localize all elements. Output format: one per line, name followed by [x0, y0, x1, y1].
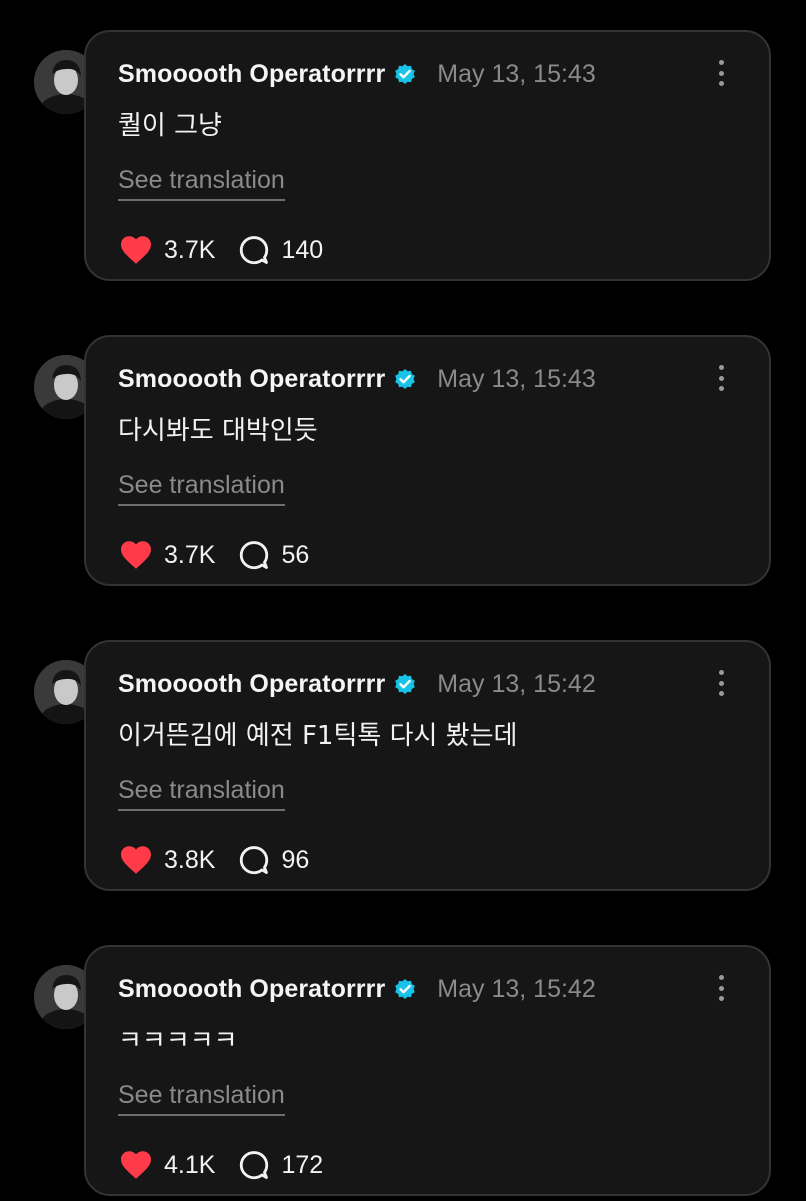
more-options-icon[interactable]: [713, 56, 729, 90]
heart-icon: [118, 842, 154, 878]
like-button[interactable]: 3.8K: [118, 842, 215, 878]
verified-badge-icon: [393, 62, 417, 86]
post-timestamp: May 13, 15:42: [437, 974, 596, 1003]
post-card[interactable]: Smooooth Operatorrrr May 13, 15:43 퀄이 그냥…: [84, 30, 771, 281]
post-actions: 3.7K 140: [118, 230, 323, 270]
verified-badge-icon: [393, 367, 417, 391]
post-actions: 3.8K 96: [118, 840, 309, 880]
username[interactable]: Smooooth Operatorrrr: [118, 975, 385, 1004]
more-options-icon[interactable]: [713, 361, 729, 395]
like-count: 3.8K: [164, 845, 216, 874]
comment-bubble-icon: [237, 843, 271, 877]
like-count: 4.1K: [164, 1150, 216, 1179]
post-timestamp: May 13, 15:42: [437, 669, 596, 698]
post-header: Smooooth Operatorrrr May 13, 15:42: [118, 969, 596, 1009]
username[interactable]: Smooooth Operatorrrr: [118, 670, 385, 699]
comment-count: 172: [281, 1150, 324, 1179]
username[interactable]: Smooooth Operatorrrr: [118, 365, 385, 394]
post-timestamp: May 13, 15:43: [437, 364, 596, 393]
comment-button[interactable]: 172: [237, 1148, 323, 1182]
see-translation-link[interactable]: See translation: [118, 468, 285, 506]
like-button[interactable]: 3.7K: [118, 537, 215, 573]
post: Smooooth Operatorrrr May 13, 15:43 다시봐도 …: [0, 335, 806, 591]
like-count: 3.7K: [164, 540, 216, 569]
comment-count: 56: [281, 540, 310, 569]
comment-bubble-icon: [237, 233, 271, 267]
post-actions: 3.7K 56: [118, 535, 309, 575]
post-header: Smooooth Operatorrrr May 13, 15:43: [118, 54, 596, 94]
heart-icon: [118, 537, 154, 573]
see-translation-link[interactable]: See translation: [118, 773, 285, 811]
post: Smooooth Operatorrrr May 13, 15:43 퀄이 그냥…: [0, 30, 806, 286]
comment-bubble-icon: [237, 538, 271, 572]
comment-button[interactable]: 96: [237, 843, 309, 877]
verified-badge-icon: [393, 977, 417, 1001]
post-header: Smooooth Operatorrrr May 13, 15:43: [118, 359, 596, 399]
post-text: 다시봐도 대박인듯: [118, 416, 318, 446]
more-options-icon[interactable]: [713, 971, 729, 1005]
post-text: ㅋㅋㅋㅋㅋ: [118, 1026, 238, 1056]
post-text: 퀄이 그냥: [118, 111, 222, 141]
like-button[interactable]: 3.7K: [118, 232, 215, 268]
heart-icon: [118, 1147, 154, 1183]
post-timestamp: May 13, 15:43: [437, 59, 596, 88]
comment-button[interactable]: 56: [237, 538, 309, 572]
post-text: 이거뜬김에 예전 F1틱톡 다시 봤는데: [118, 721, 518, 751]
post-card[interactable]: Smooooth Operatorrrr May 13, 15:42 ㅋㅋㅋㅋㅋ…: [84, 945, 771, 1196]
comment-button[interactable]: 140: [237, 233, 323, 267]
post-card[interactable]: Smooooth Operatorrrr May 13, 15:42 이거뜬김에…: [84, 640, 771, 891]
see-translation-link[interactable]: See translation: [118, 1078, 285, 1116]
post-card[interactable]: Smooooth Operatorrrr May 13, 15:43 다시봐도 …: [84, 335, 771, 586]
comment-bubble-icon: [237, 1148, 271, 1182]
post-actions: 4.1K 172: [118, 1145, 323, 1185]
post: Smooooth Operatorrrr May 13, 15:42 이거뜬김에…: [0, 640, 806, 896]
username[interactable]: Smooooth Operatorrrr: [118, 60, 385, 89]
comment-count: 140: [281, 235, 324, 264]
heart-icon: [118, 232, 154, 268]
verified-badge-icon: [393, 672, 417, 696]
like-count: 3.7K: [164, 235, 216, 264]
post: Smooooth Operatorrrr May 13, 15:42 ㅋㅋㅋㅋㅋ…: [0, 945, 806, 1201]
see-translation-link[interactable]: See translation: [118, 163, 285, 201]
like-button[interactable]: 4.1K: [118, 1147, 215, 1183]
more-options-icon[interactable]: [713, 666, 729, 700]
post-header: Smooooth Operatorrrr May 13, 15:42: [118, 664, 596, 704]
comment-count: 96: [281, 845, 310, 874]
post-feed: Smooooth Operatorrrr May 13, 15:43 퀄이 그냥…: [0, 0, 806, 1200]
